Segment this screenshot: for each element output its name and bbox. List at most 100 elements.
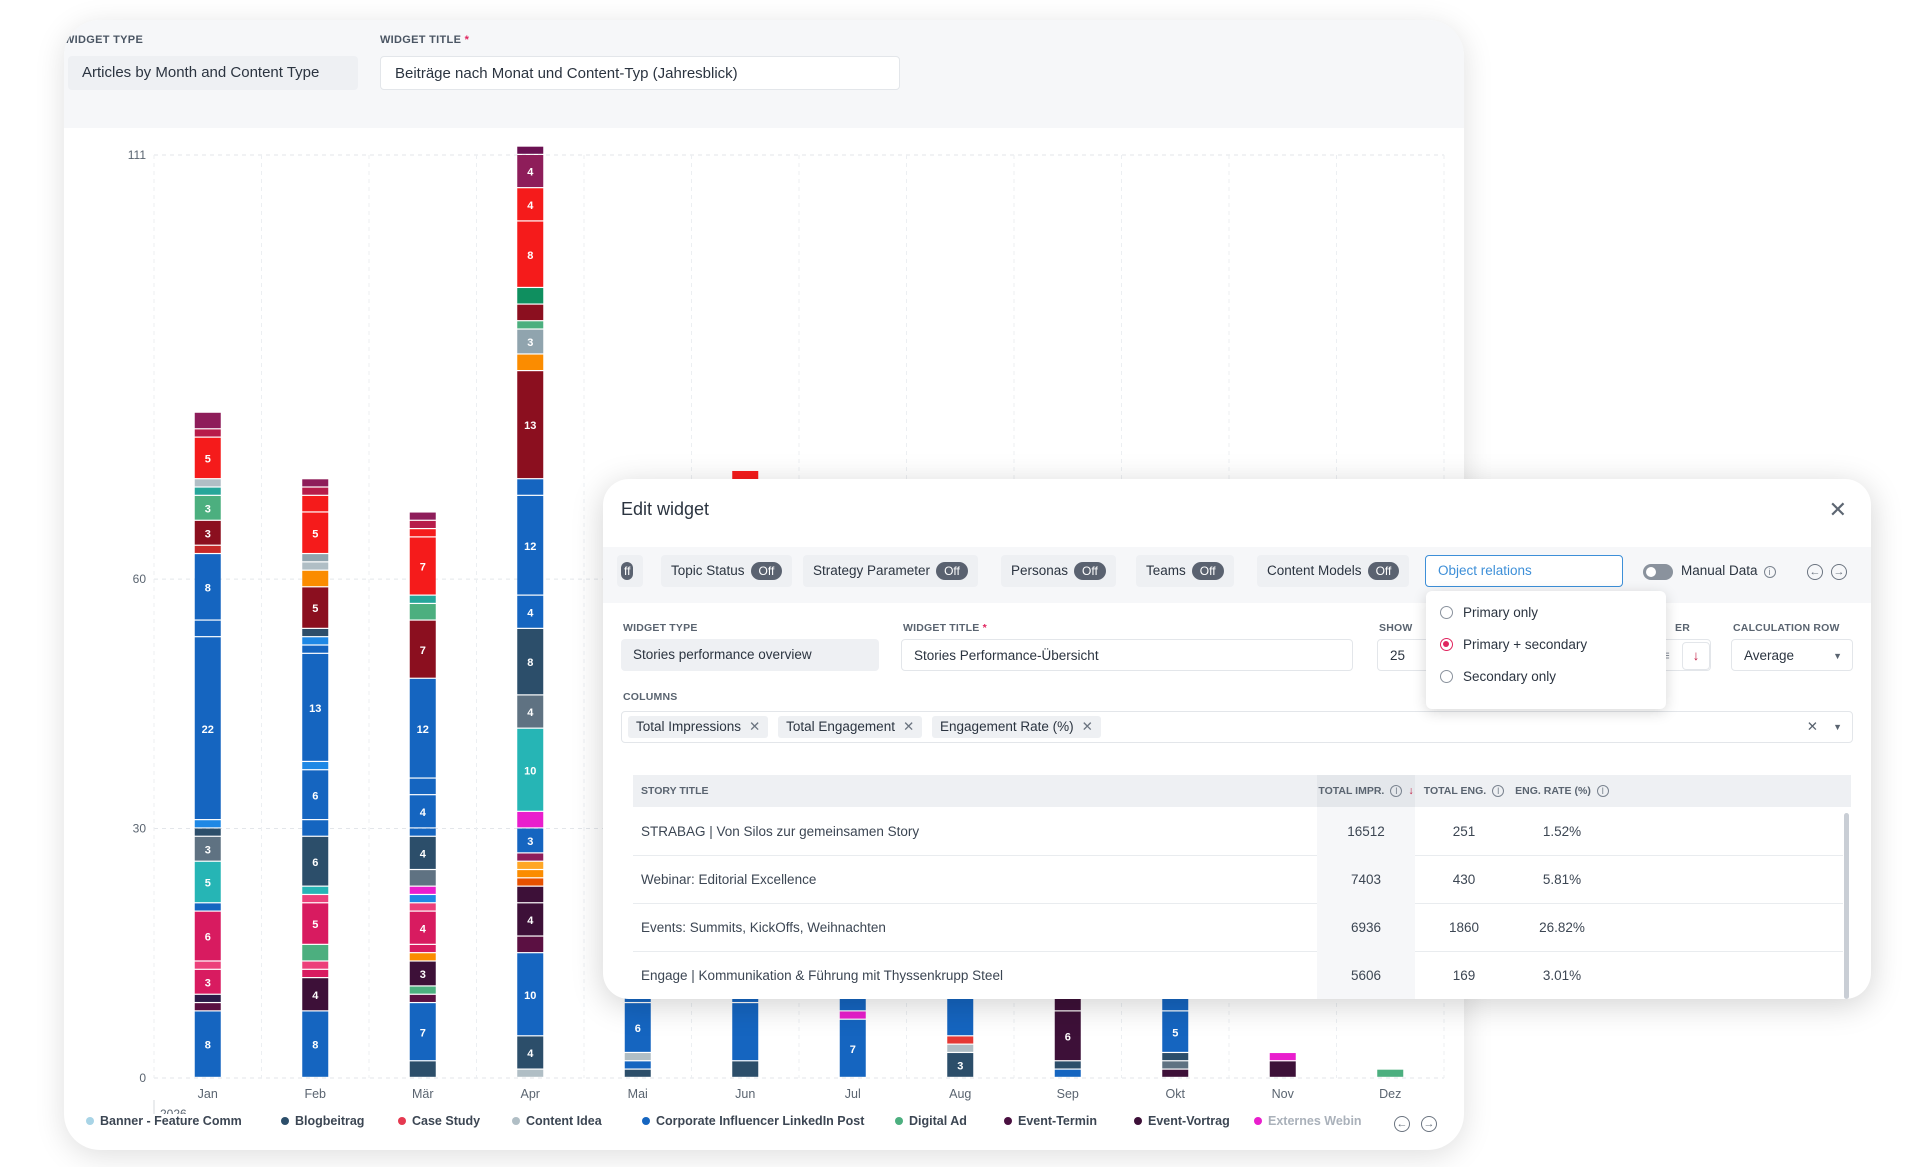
bar-segment [517, 321, 544, 329]
col-total-engagement[interactable]: TOTAL ENG. i [1415, 775, 1513, 807]
remove-tag-icon[interactable]: ✕ [903, 719, 914, 734]
year-label: 2026 [160, 1107, 187, 1114]
legend-prev-icon[interactable]: ← [1394, 1116, 1410, 1132]
data-label: 7 [420, 1027, 426, 1039]
option-primary-only[interactable]: Primary only [1440, 605, 1538, 620]
chevron-down-icon[interactable]: ▼ [1833, 712, 1842, 742]
bar-segment [517, 304, 544, 321]
story-title-cell: STRABAG | Von Silos zur gemeinsamen Stor… [641, 823, 920, 839]
bar-segment [517, 878, 544, 886]
bar-segment [302, 820, 329, 836]
chip-next-icon[interactable]: → [1831, 564, 1847, 580]
data-label: 4 [527, 167, 534, 179]
bar-segment [409, 870, 436, 886]
bar-segment [1269, 1053, 1296, 1061]
data-label: 3 [527, 337, 533, 349]
close-icon[interactable]: ✕ [1829, 497, 1847, 523]
sort-desc-icon[interactable]: ↓ [1408, 785, 1413, 797]
legend-item[interactable]: Externes Webin [1254, 1114, 1362, 1128]
filter-chip-topic-status[interactable]: Topic Status Off [661, 555, 793, 587]
columns-multiselect[interactable]: Total Impressions ✕ Total Engagement ✕ Eng… [621, 711, 1853, 743]
radio-icon[interactable] [1440, 670, 1453, 683]
x-tick-label: Jan [198, 1087, 218, 1101]
legend-item[interactable]: Event-Vortrag [1134, 1114, 1230, 1128]
bar-segment [302, 562, 329, 570]
bar-segment [409, 520, 436, 528]
impressions-cell: 6936 [1317, 903, 1415, 951]
legend-item[interactable]: Event-Termin [1004, 1114, 1097, 1128]
widget-title-input[interactable]: Stories Performance-Übersicht [901, 639, 1353, 671]
bar-segment [517, 1069, 544, 1077]
filter-chip-strategy-parameter[interactable]: Strategy Parameter Off [803, 555, 978, 587]
story-title-cell: Engage | Kommunikation & Führung mit Thy… [641, 967, 1003, 983]
manual-data-toggle[interactable] [1643, 564, 1673, 580]
data-label: 5 [205, 878, 211, 890]
filter-chip-personas[interactable]: Personas Off [1001, 555, 1116, 587]
bar-segment [302, 895, 329, 903]
data-label: 7 [420, 645, 426, 657]
radio-selected-icon[interactable] [1440, 638, 1453, 651]
clear-all-icon[interactable]: ✕ [1807, 712, 1818, 742]
object-relations-select[interactable]: Object relations [1425, 555, 1623, 587]
rate-cell: 1.52% [1542, 823, 1582, 839]
col-engagement-rate[interactable]: ENG. RATE (%) i [1513, 775, 1611, 807]
info-icon: i [1763, 566, 1776, 578]
bar-segment [624, 1069, 651, 1077]
bar-segment [409, 828, 436, 836]
data-label: 4 [527, 1048, 534, 1060]
sort-desc-icon[interactable]: ↓ [1682, 642, 1710, 670]
bar-segment [194, 429, 221, 437]
bar-segment [194, 1003, 221, 1011]
table-row[interactable]: Events: Summits, KickOffs, Weihnachten 6… [633, 903, 1843, 952]
remove-tag-icon[interactable]: ✕ [749, 719, 760, 734]
filter-chip-teams[interactable]: Teams Off [1136, 555, 1234, 587]
legend-item[interactable]: Banner - Feature Comm [86, 1114, 242, 1128]
bar-segment [194, 961, 221, 969]
table-scrollbar[interactable] [1844, 813, 1849, 999]
bar-segment [194, 828, 221, 836]
impressions-cell: 16512 [1317, 807, 1415, 855]
legend-label: Case Study [412, 1114, 481, 1128]
table-row[interactable]: Engage | Kommunikation & Führung mit Thy… [633, 951, 1843, 999]
remove-tag-icon[interactable]: ✕ [1082, 719, 1093, 734]
data-label: 8 [527, 250, 533, 262]
legend-item[interactable]: Content Idea [512, 1114, 602, 1128]
legend-swatch [398, 1117, 406, 1125]
bar-segment [947, 1044, 974, 1052]
data-label: 4 [420, 923, 427, 935]
calc-row-label: CALCULATION ROW [1733, 622, 1840, 634]
col-story-title[interactable]: STORY TITLE [641, 775, 708, 807]
filter-chip-truncated[interactable]: ff [617, 555, 643, 587]
legend-item[interactable]: Corporate Influencer LinkedIn Post [642, 1114, 864, 1128]
calc-row-select[interactable]: Average ▼ [1731, 639, 1853, 671]
y-tick-label: 0 [139, 1071, 146, 1085]
bar-segment [409, 986, 436, 994]
widget-type-label: WIDGET TYPE [64, 34, 144, 46]
legend-label: Externes Webin [1268, 1114, 1362, 1128]
x-tick-label: Sep [1057, 1087, 1079, 1101]
column-tag: Total Engagement ✕ [778, 716, 923, 738]
filter-chip-row: ff Topic Status Off Strategy Parameter Off… [603, 547, 1871, 603]
legend-next-icon[interactable]: → [1421, 1116, 1437, 1132]
widget-type-field[interactable]: Stories performance overview [621, 639, 879, 671]
option-primary-secondary[interactable]: Primary + secondary [1440, 637, 1587, 652]
bar-segment [409, 903, 436, 911]
chip-prev-icon[interactable]: ← [1807, 564, 1823, 580]
widget-title-input[interactable]: Beiträge nach Monat und Content-Typ (Jah… [380, 56, 900, 90]
info-icon: i [1492, 785, 1505, 797]
col-total-impressions[interactable]: TOTAL IMPR. i ↓ [1317, 775, 1415, 807]
legend-item[interactable]: Digital Ad [895, 1114, 967, 1128]
option-secondary-only[interactable]: Secondary only [1440, 669, 1556, 684]
widget-type-field[interactable]: Articles by Month and Content Type [68, 56, 358, 90]
filter-chip-content-models[interactable]: Content Models Off [1257, 555, 1410, 587]
radio-icon[interactable] [1440, 606, 1453, 619]
engagement-cell: 430 [1452, 871, 1476, 887]
table-row[interactable]: Webinar: Editorial Excellence 7403 430 5… [633, 855, 1843, 904]
data-label: 5 [205, 454, 211, 466]
x-tick-label: Aug [949, 1087, 971, 1101]
show-count-input[interactable]: 25 [1377, 639, 1433, 671]
table-row[interactable]: STRABAG | Von Silos zur gemeinsamen Stor… [633, 807, 1843, 856]
legend-label: Event-Vortrag [1148, 1114, 1230, 1128]
legend-item[interactable]: Blogbeitrag [281, 1114, 364, 1128]
legend-item[interactable]: Case Study [398, 1114, 480, 1128]
